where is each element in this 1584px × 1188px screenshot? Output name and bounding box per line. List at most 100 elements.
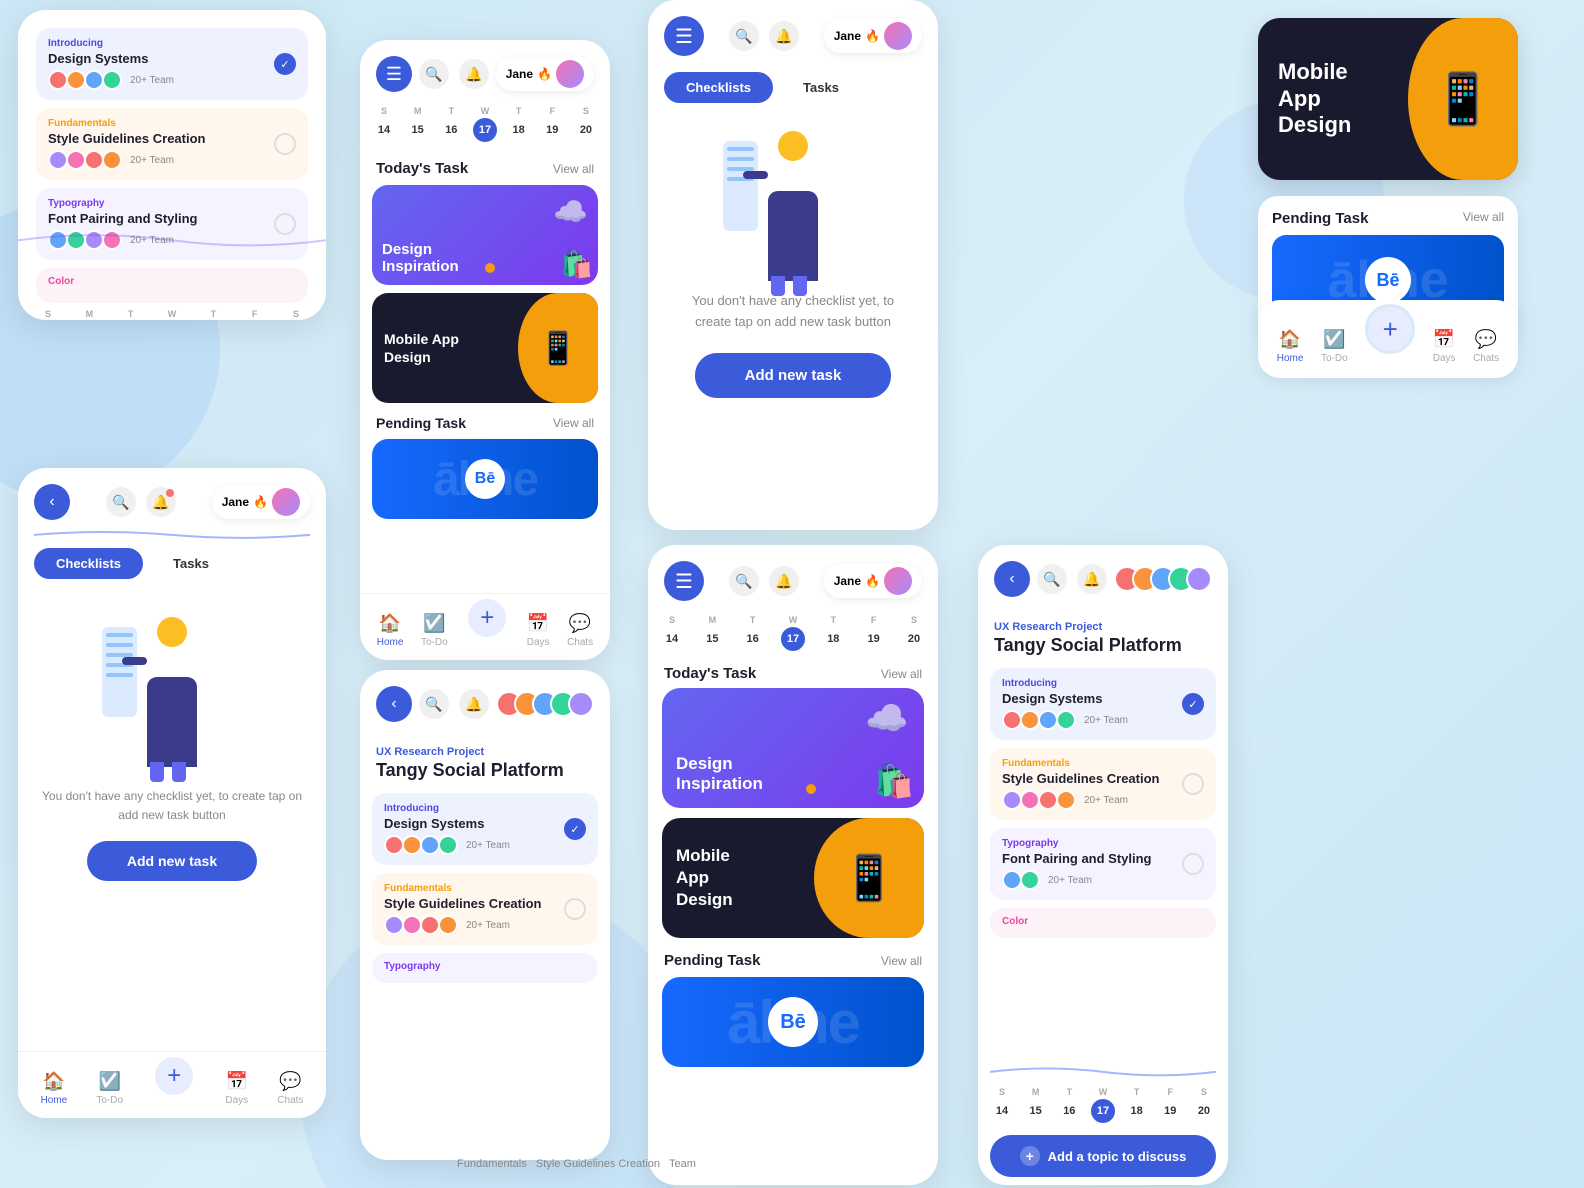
tab-checklists-5[interactable]: Checklists [664,72,773,103]
search-icon-6[interactable]: 🔍 [729,566,759,596]
cal-day-t1[interactable]: T16 [119,309,143,320]
mobile-app-card-6[interactable]: MobileAppDesign 📱 [662,818,924,938]
view-all-pending-3[interactable]: View all [553,416,594,430]
topic-9-3[interactable]: Typography Font Pairing and Styling 20+ … [990,828,1216,900]
nav-home-3[interactable]: 🏠 Home [377,613,404,648]
nav-todo-2[interactable]: ☑️ To-Do [96,1071,123,1106]
topic-9-1[interactable]: Introducing Design Systems 20+ Team [990,668,1216,740]
cal-t-9[interactable]: T16 [1057,1087,1081,1123]
cal-w-6[interactable]: W17 [781,615,805,651]
cal-t-3[interactable]: T16 [439,106,463,142]
design-inspiration-card-6[interactable]: DesignInspiration ☁️ 🛍️ [662,688,924,808]
topic-4-style-guidelines[interactable]: Fundamentals Style Guidelines Creation 2… [372,873,598,945]
menu-icon-6[interactable]: ☰ [664,561,704,601]
menu-icon-3[interactable]: ☰ [376,56,412,92]
cal-m-6[interactable]: M15 [700,615,724,651]
cal-sa-3[interactable]: S20 [574,106,598,142]
tab-tasks-2[interactable]: Tasks [151,548,231,579]
main-container: Introducing Design Systems 20+ Team Fund… [0,0,1584,1188]
cal-f-3[interactable]: F19 [540,106,564,142]
plus-nav-right[interactable]: + [1365,304,1415,354]
search-icon-9[interactable]: 🔍 [1037,564,1067,594]
cal-th-6[interactable]: T18 [821,615,845,651]
check-9-2[interactable] [1182,773,1204,795]
check-4-2[interactable] [564,898,586,920]
nav-days-2[interactable]: 📅 Days [225,1071,248,1106]
cal-day-s2[interactable]: S20 [284,309,308,320]
cal-f-6[interactable]: F19 [862,615,886,651]
cal-s-9[interactable]: S14 [990,1087,1014,1123]
cal-day-w1[interactable]: W17 [160,309,184,320]
add-new-task-btn-5[interactable]: Add new task [695,353,892,398]
cal-w-9[interactable]: W17 [1091,1087,1115,1123]
design-inspiration-card-3[interactable]: DesignInspiration ☁️ 🛍️ [372,185,598,285]
topic-item-style-guidelines[interactable]: Fundamentals Style Guidelines Creation 2… [36,108,308,180]
nav-home-right[interactable]: 🏠 Home [1277,329,1304,364]
view-all-6[interactable]: View all [881,667,922,681]
cal-day-f1[interactable]: F19 [243,309,267,320]
menu-icon-5[interactable]: ☰ [664,16,704,56]
check-9-1[interactable] [1182,693,1204,715]
plus-nav-icon-2[interactable]: + [152,1054,196,1098]
tab-tasks-5[interactable]: Tasks [781,72,861,103]
cal-s-6[interactable]: S14 [660,615,684,651]
nav-plus-right[interactable]: + [1365,314,1415,364]
cal-th-3[interactable]: T18 [507,106,531,142]
search-icon-3[interactable]: 🔍 [419,59,449,89]
bell-icon-6[interactable]: 🔔 [769,566,799,596]
nav-chats-right[interactable]: 💬 Chats [1473,329,1499,364]
search-icon-5[interactable]: 🔍 [729,21,759,51]
search-icon-2[interactable]: 🔍 [106,487,136,517]
search-icon-4[interactable]: 🔍 [419,689,449,719]
cal-s-3[interactable]: S14 [372,106,396,142]
check-circle-1[interactable] [274,53,296,75]
nav-todo-right[interactable]: ☑️ To-Do [1321,329,1348,364]
back-button-9[interactable]: ‹ [994,561,1030,597]
view-all-pending-6[interactable]: View all [881,954,922,968]
add-new-task-btn-2[interactable]: Add new task [87,841,257,881]
bell-icon-5[interactable]: 🔔 [769,21,799,51]
nav-chats-2[interactable]: 💬 Chats [277,1071,303,1106]
cal-sa-9[interactable]: S20 [1192,1087,1216,1123]
topic-9-2[interactable]: Fundamentals Style Guidelines Creation 2… [990,748,1216,820]
bell-icon-2[interactable]: 🔔 [146,487,176,517]
cal-w-3[interactable]: W17 [473,106,497,142]
behance-card-3[interactable]: āhne Bē [372,439,598,519]
nav-home-2[interactable]: 🏠 Home [41,1071,68,1106]
cal-th-9[interactable]: T18 [1125,1087,1149,1123]
view-all-3[interactable]: View all [553,162,594,176]
cal-m-9[interactable]: M15 [1024,1087,1048,1123]
cal-sa-6[interactable]: S20 [902,615,926,651]
topic-4-design-systems[interactable]: Introducing Design Systems 20+ Team [372,793,598,865]
view-all-right[interactable]: View all [1463,210,1504,227]
nav-plus-3[interactable]: + [465,604,509,648]
check-4-1[interactable] [564,818,586,840]
bell-icon-3[interactable]: 🔔 [459,59,489,89]
cal-m-3[interactable]: M15 [406,106,430,142]
plus-nav-icon-3[interactable]: + [465,596,509,640]
mobile-app-big-card[interactable]: Mobile App Design 📱 [1258,18,1518,180]
add-topic-button-9[interactable]: + Add a topic to discuss [990,1135,1216,1177]
cal-day-t2[interactable]: T18 [201,309,225,320]
check-circle-2[interactable] [274,133,296,155]
nav-days-right[interactable]: 📅 Days [1433,329,1456,364]
bell-icon-4[interactable]: 🔔 [459,689,489,719]
topic-item-design-systems[interactable]: Introducing Design Systems 20+ Team [36,28,308,100]
cal-day-m1[interactable]: M15 [77,309,101,320]
nav-todo-3[interactable]: ☑️ To-Do [421,613,448,648]
nav-plus-2[interactable]: + [152,1062,196,1106]
back-button-2[interactable]: ‹ [34,484,70,520]
mobile-app-big-title: Mobile App Design [1278,59,1388,138]
nav-days-3[interactable]: 📅 Days [527,613,550,648]
nav-chats-3[interactable]: 💬 Chats [567,613,593,648]
check-9-3[interactable] [1182,853,1204,875]
cal-t-6[interactable]: T16 [741,615,765,651]
cal-day-s1[interactable]: S14 [36,309,60,320]
behance-card-6[interactable]: āhne Bē [662,977,924,1067]
tab-checklists-2[interactable]: Checklists [34,548,143,579]
bell-icon-9[interactable]: 🔔 [1077,564,1107,594]
back-button-4[interactable]: ‹ [376,686,412,722]
cal-f-9[interactable]: F19 [1158,1087,1182,1123]
mobile-app-card-3[interactable]: Mobile App Design 📱 [372,293,598,403]
scroll-illus [102,627,137,717]
